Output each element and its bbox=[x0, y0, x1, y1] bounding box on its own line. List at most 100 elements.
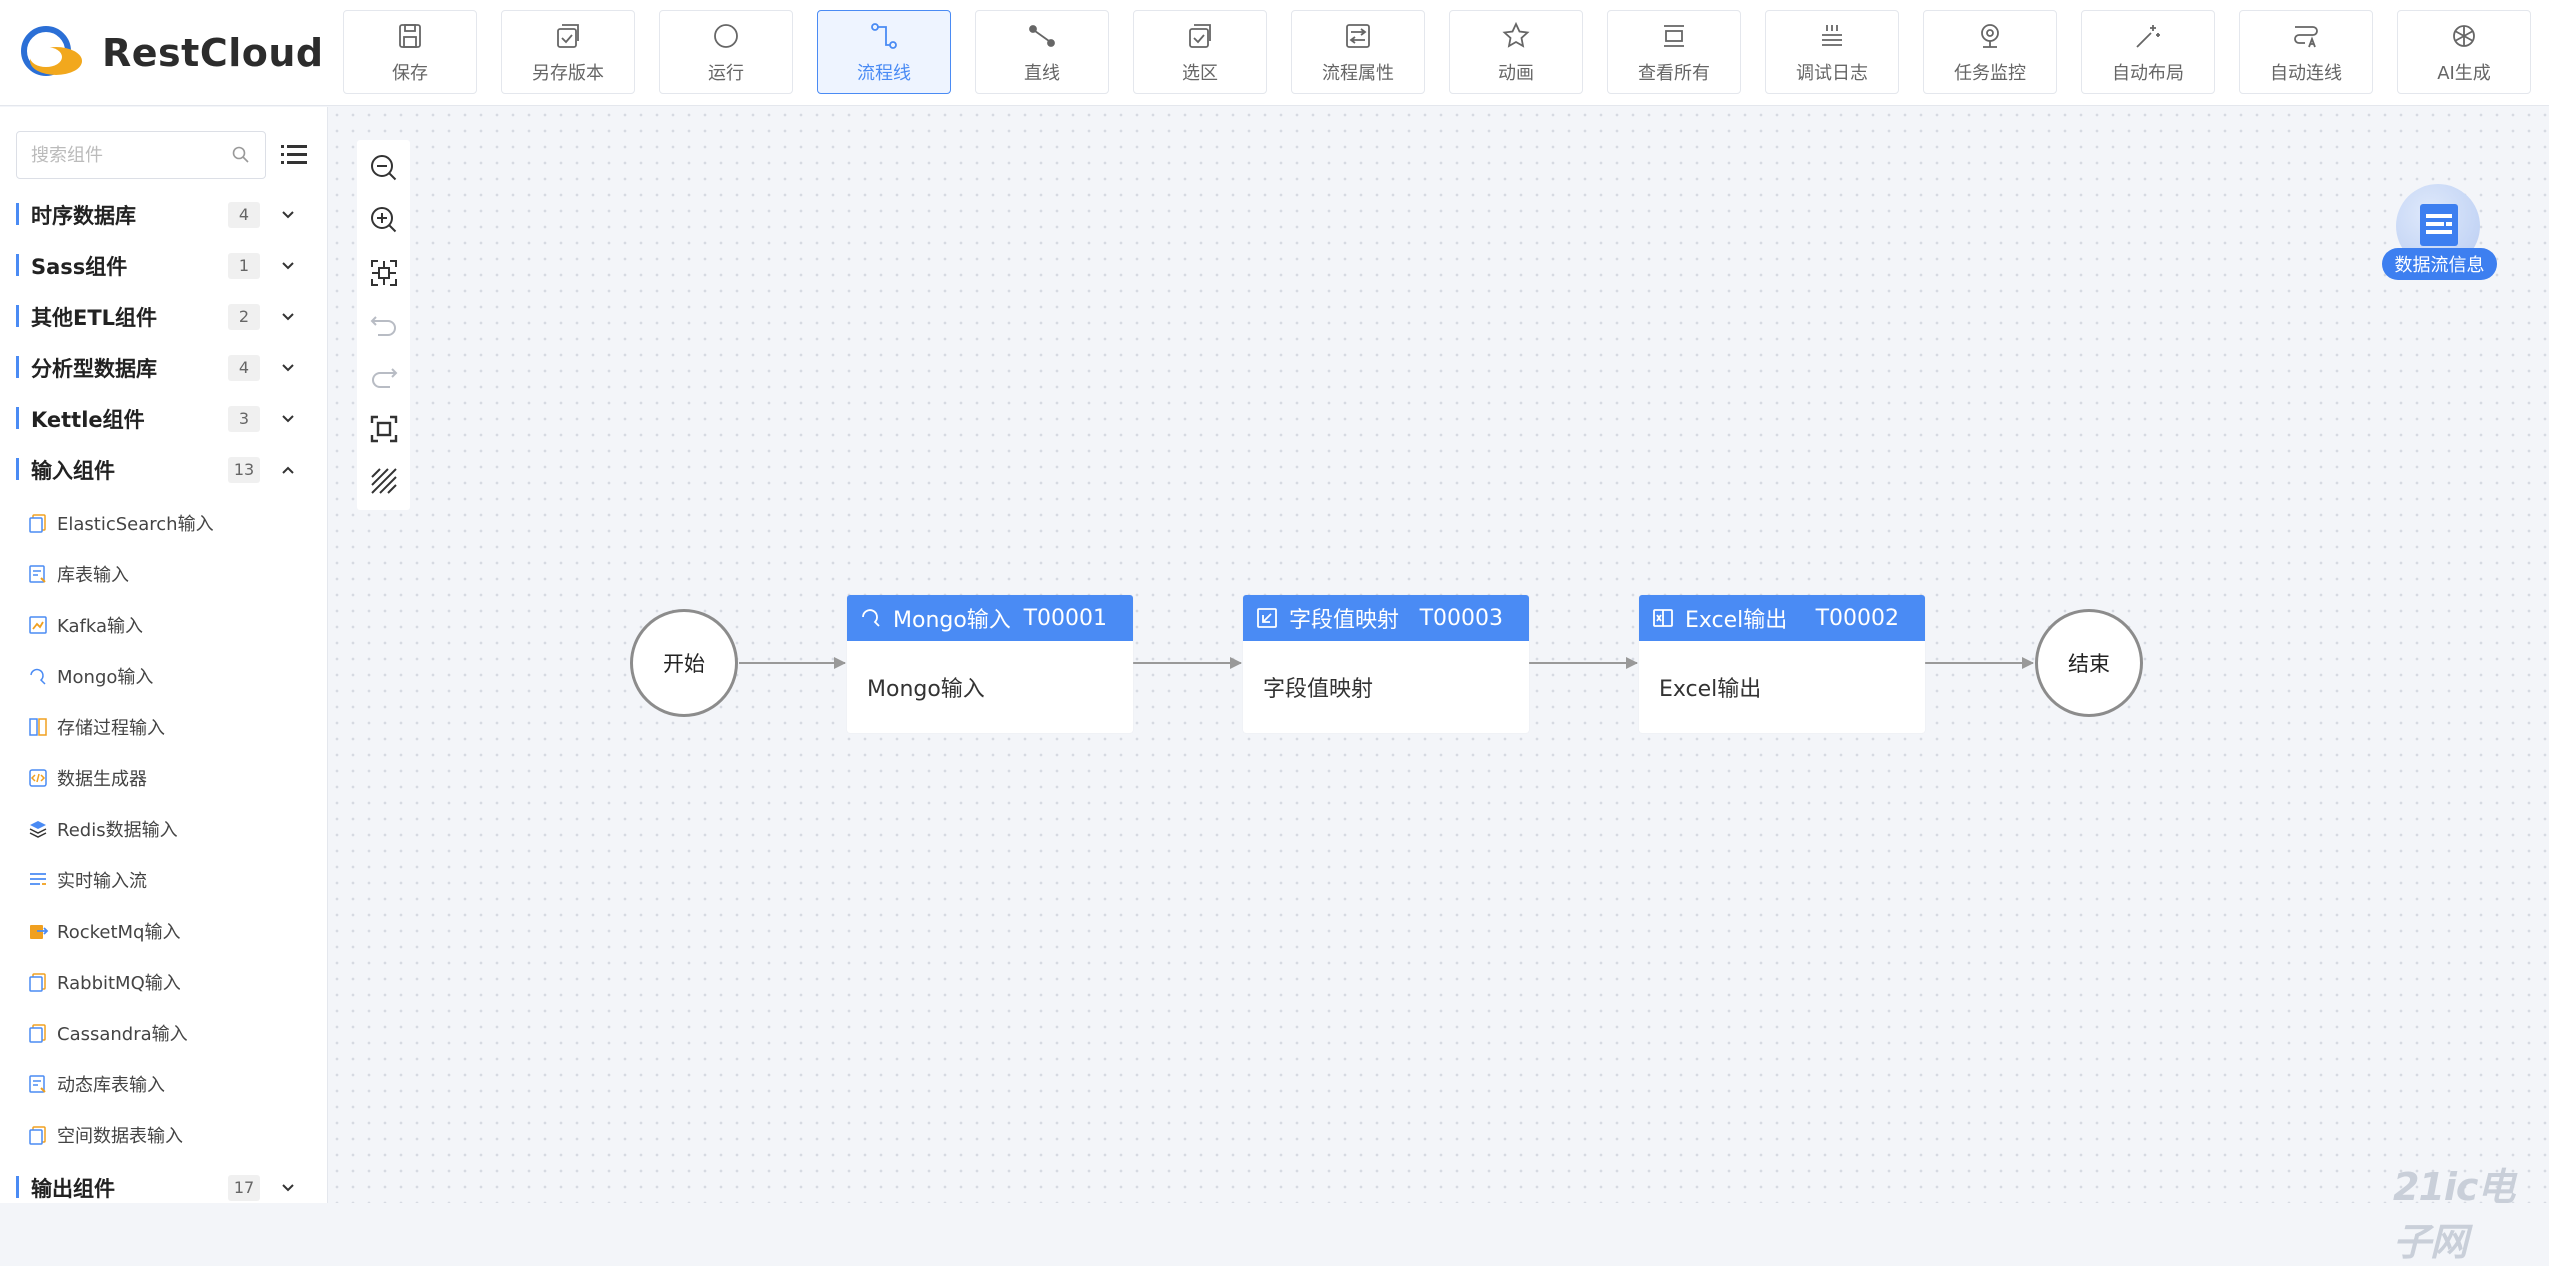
node-header: Mongo输入 T00001 bbox=[847, 595, 1133, 641]
node-code: T00001 bbox=[1023, 605, 1107, 631]
category-analytics-db[interactable]: 分析型数据库 4 bbox=[0, 342, 327, 393]
mongo-icon bbox=[862, 609, 880, 627]
component-item-cassandra-input[interactable]: Cassandra输入 bbox=[0, 1007, 327, 1058]
save-version-button[interactable]: 另存版本 bbox=[501, 10, 635, 94]
flow-properties-label: 流程属性 bbox=[1322, 63, 1394, 84]
category-marker bbox=[16, 203, 19, 225]
animation-button[interactable]: 动画 bbox=[1449, 10, 1583, 94]
list-view-icon[interactable] bbox=[279, 140, 309, 170]
node-title: 字段值映射 bbox=[1289, 608, 1400, 633]
search-input[interactable] bbox=[31, 144, 221, 166]
component-item-dynamic-table-input[interactable]: 动态库表输入 bbox=[0, 1058, 327, 1109]
auto-layout-button[interactable]: 自动布局 bbox=[2081, 10, 2215, 94]
run-icon bbox=[709, 19, 743, 53]
auto-connect-icon bbox=[2289, 19, 2323, 53]
chevron-down-icon bbox=[282, 261, 294, 269]
component-item-label: 库表输入 bbox=[57, 564, 129, 586]
document-icon bbox=[29, 972, 46, 992]
category-kettle[interactable]: Kettle组件 3 bbox=[0, 393, 327, 444]
category-count: 2 bbox=[228, 303, 260, 330]
component-item-procedure-input[interactable]: 存储过程输入 bbox=[0, 701, 327, 752]
component-item-redis-input[interactable]: Redis数据输入 bbox=[0, 803, 327, 854]
view-all-icon bbox=[1657, 19, 1691, 53]
zoom-out-button[interactable] bbox=[368, 152, 400, 184]
category-count: 4 bbox=[228, 354, 260, 381]
flow-node-mongo-input[interactable]: Mongo输入 T00001 Mongo输入 bbox=[847, 595, 1133, 733]
selection-label: 选区 bbox=[1182, 63, 1218, 84]
component-item-kafka-input[interactable]: Kafka输入 bbox=[0, 599, 327, 650]
zoom-in-icon bbox=[371, 207, 397, 233]
category-marker bbox=[16, 305, 19, 327]
component-sidebar: 时序数据库 4 Sass组件 1 其他ETL组件 2 分析型数据库 4 Kett… bbox=[0, 107, 328, 1203]
start-node[interactable]: 开始 bbox=[630, 609, 738, 717]
ai-generate-label: AI生成 bbox=[2437, 63, 2491, 84]
fit-view-button[interactable] bbox=[368, 413, 400, 445]
straight-line-icon bbox=[1025, 19, 1059, 53]
fit-center-icon bbox=[371, 260, 397, 286]
save-version-icon bbox=[551, 19, 585, 53]
watermark: 21ic电子网 bbox=[2393, 1165, 2515, 1264]
ai-generate-button[interactable]: AI生成 bbox=[2397, 10, 2531, 94]
category-name: 分析型数据库 bbox=[31, 356, 157, 381]
mapping-icon bbox=[1257, 608, 1277, 628]
component-item-label: ElasticSearch输入 bbox=[57, 513, 214, 535]
component-item-table-input[interactable]: 库表输入 bbox=[0, 548, 327, 599]
excel-icon bbox=[1653, 609, 1673, 627]
debug-log-button[interactable]: 调试日志 bbox=[1765, 10, 1899, 94]
category-count: 17 bbox=[228, 1174, 260, 1201]
rocketmq-icon bbox=[30, 924, 49, 939]
component-item-rabbitmq-input[interactable]: RabbitMQ输入 bbox=[0, 956, 327, 1007]
debug-log-icon bbox=[1815, 19, 1849, 53]
save-icon bbox=[393, 19, 427, 53]
flow-properties-button[interactable]: 流程属性 bbox=[1291, 10, 1425, 94]
auto-connect-label: 自动连线 bbox=[2270, 63, 2342, 84]
category-input[interactable]: 输入组件 13 bbox=[0, 444, 327, 495]
redis-icon bbox=[29, 820, 47, 838]
end-node[interactable]: 结束 bbox=[2035, 609, 2143, 717]
category-count: 3 bbox=[228, 405, 260, 432]
view-all-button[interactable]: 查看所有 bbox=[1607, 10, 1741, 94]
task-monitor-button[interactable]: 任务监控 bbox=[1923, 10, 2057, 94]
category-timeseries-db[interactable]: 时序数据库 4 bbox=[0, 189, 327, 240]
node-body: 字段值映射 bbox=[1263, 677, 1374, 702]
redo-icon bbox=[372, 368, 398, 388]
app-logo: RestCloud bbox=[16, 22, 324, 84]
component-item-spatial-table-input[interactable]: 空间数据表输入 bbox=[0, 1109, 327, 1160]
procedure-icon bbox=[29, 717, 47, 736]
component-item-label: 存储过程输入 bbox=[57, 717, 165, 739]
component-item-elasticsearch-input[interactable]: ElasticSearch输入 bbox=[0, 497, 327, 548]
mongo-icon bbox=[30, 668, 46, 685]
component-item-rocketmq-input[interactable]: RocketMq输入 bbox=[0, 905, 327, 956]
auto-connect-button[interactable]: 自动连线 bbox=[2239, 10, 2373, 94]
animation-icon bbox=[1499, 19, 1533, 53]
dataflow-info-badge[interactable]: 数据流信息 bbox=[2382, 184, 2497, 284]
component-search[interactable] bbox=[16, 131, 266, 179]
node-body: Mongo输入 bbox=[867, 677, 985, 702]
category-sass[interactable]: Sass组件 1 bbox=[0, 240, 327, 291]
flow-line-label: 流程线 bbox=[857, 63, 911, 84]
fit-center-button[interactable] bbox=[368, 257, 400, 289]
undo-button[interactable] bbox=[368, 309, 400, 341]
straight-line-button[interactable]: 直线 bbox=[975, 10, 1109, 94]
run-button[interactable]: 运行 bbox=[659, 10, 793, 94]
flow-line-button[interactable]: 流程线 bbox=[817, 10, 951, 94]
component-item-mongo-input[interactable]: Mongo输入 bbox=[0, 650, 327, 701]
category-other-etl[interactable]: 其他ETL组件 2 bbox=[0, 291, 327, 342]
component-item-realtime-stream[interactable]: 实时输入流 bbox=[0, 854, 327, 905]
flow-node-excel-output[interactable]: Excel输出 T00002 Excel输出 bbox=[1639, 595, 1925, 733]
save-button[interactable]: 保存 bbox=[343, 10, 477, 94]
category-count: 1 bbox=[228, 252, 260, 279]
zoom-in-button[interactable] bbox=[368, 204, 400, 236]
component-item-label: 空间数据表输入 bbox=[57, 1125, 183, 1147]
node-title: Excel输出 bbox=[1685, 608, 1788, 633]
view-all-label: 查看所有 bbox=[1638, 63, 1710, 84]
selection-button[interactable]: 选区 bbox=[1133, 10, 1267, 94]
redo-button[interactable] bbox=[368, 361, 400, 393]
component-item-data-generator[interactable]: 数据生成器 bbox=[0, 752, 327, 803]
document-icon bbox=[29, 1023, 46, 1043]
hatch-grid-icon bbox=[371, 468, 397, 494]
grid-toggle-button[interactable] bbox=[368, 465, 400, 497]
save-button-label: 保存 bbox=[392, 63, 428, 84]
flow-node-field-mapping[interactable]: 字段值映射 T00003 字段值映射 bbox=[1243, 595, 1529, 733]
category-output[interactable]: 输出组件 17 bbox=[0, 1162, 327, 1203]
